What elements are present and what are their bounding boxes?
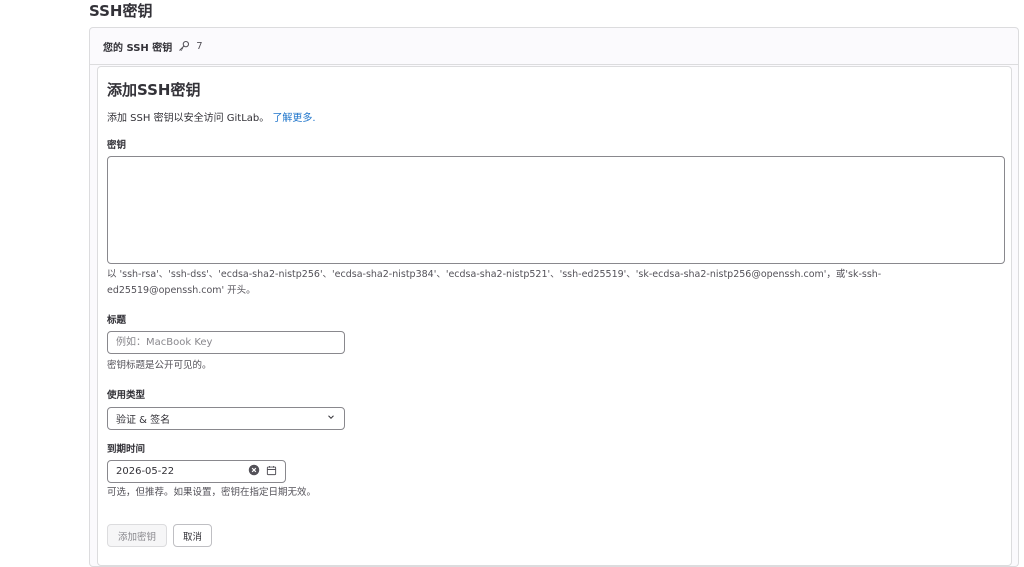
title-label: 标题 [107, 315, 127, 326]
expiry-help: 可选，但推荐。如果设置，密钥在指定日期无效。 [107, 487, 317, 498]
key-label: 密钥 [107, 140, 127, 151]
key-icon [178, 40, 190, 52]
date-icons [248, 464, 277, 479]
expiry-label: 到期时间 [107, 444, 146, 455]
key-help: 以 'ssh-rsa'、'ssh-dss'、'ecdsa-sha2-nistp2… [107, 267, 881, 299]
form-title: 添加SSH密钥 [107, 81, 201, 99]
chevron-down-icon [326, 412, 336, 425]
usage-type-select[interactable]: 验证 & 签名 [107, 407, 345, 430]
expiry-date-input[interactable]: 2026-05-22 [107, 460, 286, 483]
title-input[interactable] [107, 331, 345, 354]
add-key-form: 添加SSH密钥 添加 SSH 密钥以安全访问 GitLab。 了解更多. 密钥 … [97, 66, 1012, 566]
card-header: 您的 SSH 密钥 7 [90, 28, 1018, 65]
learn-more-link[interactable]: 了解更多. [272, 113, 315, 124]
key-help-line2: ed25519@openssh.com' 开头。 [107, 285, 256, 296]
page-title: SSH密钥 [89, 2, 153, 20]
expiry-date-value: 2026-05-22 [116, 466, 175, 477]
key-textarea[interactable] [107, 156, 1005, 264]
form-description-text: 添加 SSH 密钥以安全访问 GitLab。 [107, 113, 270, 124]
card-header-label: 您的 SSH 密钥 [103, 42, 173, 54]
key-help-line1: 以 'ssh-rsa'、'ssh-dss'、'ecdsa-sha2-nistp2… [107, 269, 882, 280]
clear-icon[interactable] [248, 464, 260, 479]
usage-label: 使用类型 [107, 390, 146, 401]
form-description: 添加 SSH 密钥以安全访问 GitLab。 了解更多. [107, 109, 316, 124]
title-help: 密钥标题是公开可见的。 [107, 360, 212, 371]
ssh-keys-card: 您的 SSH 密钥 7 添加SSH密钥 添加 SSH 密钥以安全访问 GitLa… [89, 27, 1019, 567]
calendar-icon[interactable] [266, 465, 277, 479]
usage-type-value: 验证 & 签名 [116, 415, 171, 426]
key-count: 7 [196, 40, 203, 52]
add-key-button[interactable]: 添加密钥 [107, 524, 167, 547]
cancel-button[interactable]: 取消 [173, 524, 212, 547]
